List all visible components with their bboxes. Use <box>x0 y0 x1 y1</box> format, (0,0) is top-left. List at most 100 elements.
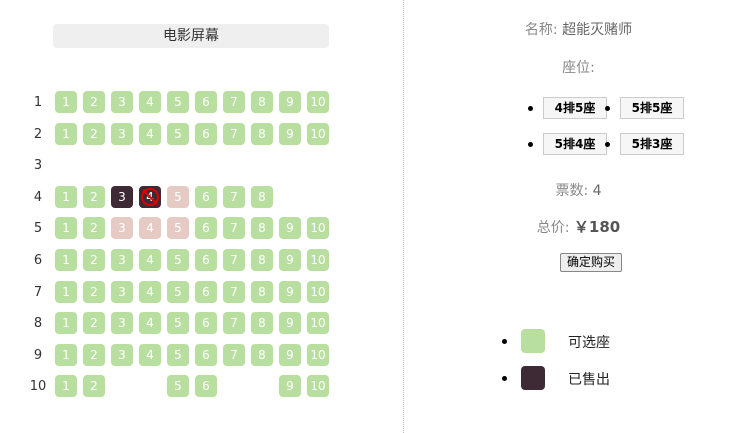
seat-available[interactable]: 5 <box>167 312 189 334</box>
ticket-item: 4排5座 <box>543 97 607 119</box>
seat-available[interactable]: 8 <box>251 123 273 145</box>
movie-name-line: 名称: 超能灭赌师 <box>404 19 753 39</box>
seat-available[interactable]: 4 <box>139 249 161 271</box>
seat-available[interactable]: 7 <box>223 91 245 113</box>
seat-label: 座位: <box>562 60 595 76</box>
seat-available[interactable]: 9 <box>279 375 301 397</box>
seat-available[interactable]: 3 <box>111 123 133 145</box>
seat-available[interactable]: 7 <box>223 123 245 145</box>
seat-available[interactable]: 5 <box>167 281 189 303</box>
seat-available[interactable]: 1 <box>55 281 77 303</box>
ticket-count-label: 票数: <box>555 183 589 199</box>
confirm-purchase-button[interactable]: 确定购买 <box>560 253 622 272</box>
seat-available[interactable]: 3 <box>111 249 133 271</box>
seat-available[interactable]: 6 <box>195 217 217 239</box>
row-label: 9 <box>33 348 43 363</box>
seat-available[interactable]: 5 <box>167 123 189 145</box>
ticket-count-line: 票数: 4 <box>404 180 753 200</box>
seat-available[interactable]: 6 <box>195 375 217 397</box>
seat-available[interactable]: 5 <box>167 375 189 397</box>
seat-available[interactable]: 5 <box>167 91 189 113</box>
total-price-value: ￥180 <box>573 218 621 236</box>
seat-available[interactable]: 6 <box>195 312 217 334</box>
seat-available[interactable]: 3 <box>111 312 133 334</box>
seat-available[interactable]: 6 <box>195 186 217 208</box>
seat-available[interactable]: 4 <box>139 123 161 145</box>
seat-available[interactable]: 6 <box>195 91 217 113</box>
seat-available[interactable]: 1 <box>55 91 77 113</box>
seat-available[interactable]: 10 <box>307 281 329 303</box>
legend-bullet <box>502 339 507 344</box>
seat-available[interactable]: 6 <box>195 281 217 303</box>
seat-available[interactable]: 7 <box>223 249 245 271</box>
seat-available[interactable]: 4 <box>139 91 161 113</box>
seat-available[interactable]: 3 <box>111 91 133 113</box>
seat-available[interactable]: 9 <box>279 123 301 145</box>
seat-available[interactable]: 2 <box>83 344 105 366</box>
seat-available[interactable]: 1 <box>55 123 77 145</box>
seat-available[interactable]: 4 <box>139 344 161 366</box>
seat-available[interactable]: 6 <box>195 344 217 366</box>
seat-available[interactable]: 8 <box>251 217 273 239</box>
seat-available[interactable]: 9 <box>279 281 301 303</box>
seat-selected[interactable]: 3 <box>111 217 133 239</box>
seat-available[interactable]: 8 <box>251 344 273 366</box>
seat-available[interactable]: 1 <box>55 344 77 366</box>
seat-available[interactable]: 9 <box>279 91 301 113</box>
seat-available[interactable]: 2 <box>83 281 105 303</box>
seat-available[interactable]: 4 <box>139 312 161 334</box>
seat-available[interactable]: 10 <box>307 91 329 113</box>
ticket-bullet <box>528 106 533 111</box>
seat-available[interactable]: 2 <box>83 249 105 271</box>
seat-selected[interactable]: 4 <box>139 217 161 239</box>
seat-available[interactable]: 7 <box>223 217 245 239</box>
seat-available[interactable]: 7 <box>223 281 245 303</box>
seat-available[interactable]: 9 <box>279 217 301 239</box>
row-label: 2 <box>33 127 43 142</box>
total-price-label: 总价: <box>536 220 570 236</box>
seat-available[interactable]: 7 <box>223 344 245 366</box>
seat-available[interactable]: 9 <box>279 249 301 271</box>
row-label: 7 <box>33 285 43 300</box>
seat-available[interactable]: 7 <box>223 312 245 334</box>
seat-available[interactable]: 5 <box>167 249 189 271</box>
seat-available[interactable]: 7 <box>223 186 245 208</box>
seat-available[interactable]: 2 <box>83 312 105 334</box>
seat-available[interactable]: 2 <box>83 375 105 397</box>
seat-available[interactable]: 2 <box>83 186 105 208</box>
seat-available[interactable]: 8 <box>251 186 273 208</box>
seat-available[interactable]: 1 <box>55 249 77 271</box>
seat-available[interactable]: 1 <box>55 217 77 239</box>
seat-available[interactable]: 10 <box>307 375 329 397</box>
seat-available[interactable]: 4 <box>139 281 161 303</box>
seat-available[interactable]: 10 <box>307 344 329 366</box>
legend-sold-label: 已售出 <box>568 372 610 388</box>
seat-available[interactable]: 8 <box>251 249 273 271</box>
seat-selected[interactable]: 5 <box>167 186 189 208</box>
seat-sold: 3 <box>111 186 133 208</box>
seat-available[interactable]: 2 <box>83 91 105 113</box>
total-price-line: 总价: ￥180 <box>404 216 753 237</box>
seat-available[interactable]: 10 <box>307 123 329 145</box>
seat-available[interactable]: 2 <box>83 217 105 239</box>
seat-available[interactable]: 1 <box>55 312 77 334</box>
seat-available[interactable]: 6 <box>195 249 217 271</box>
seat-available[interactable]: 2 <box>83 123 105 145</box>
seat-selected[interactable]: 5 <box>167 217 189 239</box>
seat-available[interactable]: 3 <box>111 281 133 303</box>
seat-available[interactable]: 3 <box>111 344 133 366</box>
seat-available[interactable]: 10 <box>307 312 329 334</box>
seat-available[interactable]: 10 <box>307 217 329 239</box>
seat-available[interactable]: 1 <box>55 186 77 208</box>
seat-available[interactable]: 8 <box>251 91 273 113</box>
movie-name-label: 名称: <box>524 22 558 38</box>
seat-available[interactable]: 10 <box>307 249 329 271</box>
seat-available[interactable]: 5 <box>167 344 189 366</box>
seat-available[interactable]: 9 <box>279 344 301 366</box>
seat-available[interactable]: 8 <box>251 281 273 303</box>
seat-available[interactable]: 1 <box>55 375 77 397</box>
seat-available[interactable]: 8 <box>251 312 273 334</box>
seat-available[interactable]: 9 <box>279 312 301 334</box>
row-label: 6 <box>33 253 43 268</box>
seat-available[interactable]: 6 <box>195 123 217 145</box>
